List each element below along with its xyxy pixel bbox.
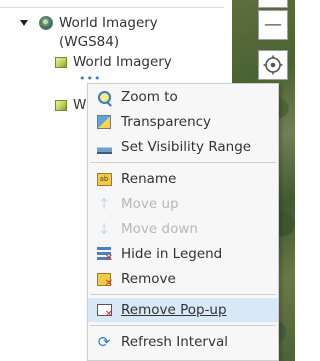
my-location-button[interactable] [258,50,288,80]
layer-icon [55,99,67,111]
hide-legend-icon: ✕ [96,246,113,264]
remove-popup-icon: ✕ [96,302,113,320]
layer-context-menu: Zoom to Transparency Set Visibility Rang… [87,83,279,361]
menu-item-move-down: ↓ Move down [97,220,198,238]
arrow-up-icon: ↑ [97,195,111,213]
root-layer-title[interactable]: World Imagery [59,15,158,31]
menu-item-transparency[interactable]: Transparency [88,110,278,134]
collapse-triangle-icon[interactable] [20,20,28,26]
menu-item-remove[interactable]: ✕ Remove [88,267,278,291]
panel-divider [0,7,224,8]
arrow-down-icon: ↓ [97,220,111,238]
minus-icon: — [264,14,282,35]
sublayer-label: World Imagery [73,54,172,70]
menu-item-zoom-to[interactable]: Zoom to [88,85,278,109]
locate-icon [263,55,283,75]
more-options-icon[interactable]: ••• [79,73,101,84]
refresh-icon: ⟳ [97,333,111,351]
menu-separator [90,162,276,163]
sublayer-item-world-imagery[interactable]: World Imagery [55,54,172,70]
menu-item-refresh-interval[interactable]: ⟳ Refresh Interval [88,330,278,354]
visibility-range-icon [96,139,112,155]
menu-separator [90,294,276,295]
sublayer-item-2[interactable]: W [55,97,86,113]
layer-icon [55,56,67,68]
menu-item-set-visibility-range[interactable]: Set Visibility Range [88,135,278,159]
globe-icon [39,16,53,30]
menu-separator [90,325,276,326]
zoom-to-icon [96,89,112,105]
menu-item-remove-popup[interactable]: ✕ Remove Pop-up [88,298,278,322]
menu-item-rename[interactable]: ab Rename [88,167,278,191]
map-control-button[interactable]: ╹╹ [258,0,288,8]
remove-icon: ✕ [96,271,113,289]
transparency-icon [96,114,112,130]
zoom-in-icon: ╹╹ [267,0,279,5]
menu-item-move-up: ↑ Move up [97,195,179,213]
zoom-out-button[interactable]: — [258,10,288,40]
root-layer-subtitle: (WGS84) [59,34,120,50]
root-layer-label: World Imagery [59,15,158,31]
menu-item-hide-in-legend[interactable]: ✕ Hide in Legend [88,242,278,266]
rename-icon: ab [96,171,112,187]
sublayer-label: W [73,97,87,113]
